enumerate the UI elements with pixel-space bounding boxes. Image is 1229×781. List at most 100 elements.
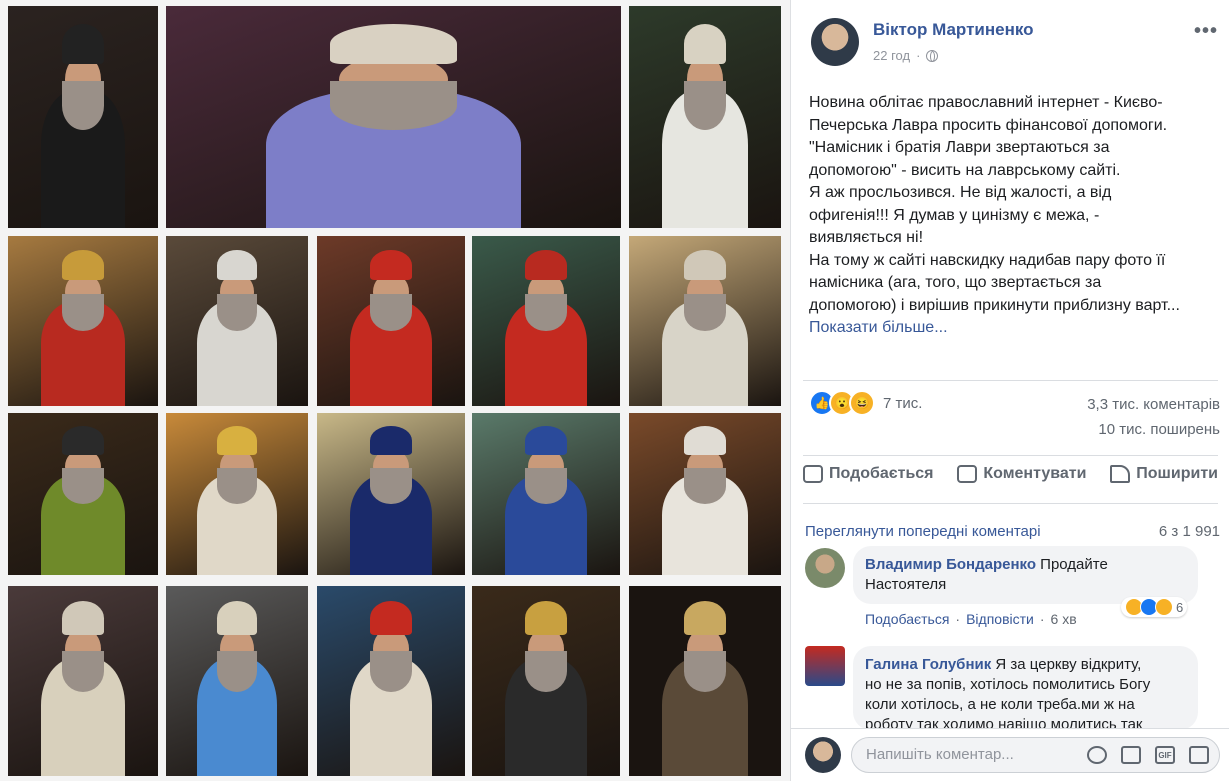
comment-reactions[interactable]: 6 [1121,597,1188,617]
photo-tile[interactable] [166,413,308,575]
share-icon [1110,465,1131,483]
divider [803,503,1218,504]
my-avatar[interactable] [805,737,841,773]
comment-text: коли хотілось, а не коли треба.ми ж на [865,696,1135,713]
comment-text: Настоятеля [865,576,947,593]
photo-beard [525,468,567,504]
photo-tile[interactable] [472,236,620,406]
comment-reaction-count: 6 [1176,599,1184,615]
composer-icons: GIF [1087,746,1209,764]
photo-mitre [62,23,104,64]
photo-tile[interactable] [317,586,465,776]
photo-grid [0,0,790,781]
photo-mitre [525,425,567,456]
photo-mitre [683,425,727,456]
photo-tile[interactable] [8,236,158,406]
photo-tile[interactable] [629,586,781,776]
post-text-line: На тому ж сайті навскидку надибав пару ф… [809,251,1166,269]
comments-count[interactable]: 3,3 тис. коментарів [1087,396,1220,413]
more-options-button[interactable]: ••• [1194,20,1218,43]
post-sidebar: Віктор Мартиненко 22 год · ••• Новина об… [790,0,1229,781]
see-more-link[interactable]: Показати більше... [809,317,1224,340]
photo-tile[interactable] [472,413,620,575]
comment-input[interactable]: Напишіть коментар... GIF [851,737,1220,773]
photo-mitre [62,601,104,636]
photo-beard [683,468,727,504]
sticker-icon[interactable] [1189,746,1209,764]
post-text-line: намісника (ага, того, що звертається за [809,274,1102,291]
reactions-summary[interactable]: 👍 😮 😆 7 тис. [809,390,922,416]
comment-composer: Напишіть коментар... GIF [791,728,1229,781]
photo-beard [525,293,567,332]
comment-icon [957,465,978,483]
photo-beard [62,81,104,131]
photo-tile[interactable] [166,236,308,406]
separator: · [1039,611,1045,627]
commenter-name[interactable]: Владимир Бондаренко [865,556,1036,573]
photo-tile[interactable] [166,6,621,228]
photo-tile[interactable] [472,586,620,776]
comment-text: но не за попів, хотілось помолитись Богу [865,676,1151,693]
comment-input-placeholder: Напишіть коментар... [866,746,1014,763]
commenter-name[interactable]: Галина Голубник [865,656,991,673]
photo-tile[interactable] [629,236,781,406]
photo-mitre [217,249,257,281]
view-previous-comments-link[interactable]: Переглянути попередні коментарі [805,523,1041,540]
photo-tile[interactable] [629,6,781,228]
like-label: Подобається [829,465,934,482]
commenter-avatar[interactable] [805,646,845,686]
photo-beard [217,468,257,504]
author-name[interactable]: Віктор Мартиненко [873,20,1034,40]
author-avatar[interactable] [811,18,859,66]
comments-page-count: 6 з 1 991 [1158,523,1220,540]
comment-text: Я за церкву відкриту, [995,656,1142,673]
photo-tile[interactable] [166,586,308,776]
shares-count[interactable]: 10 тис. поширень [1098,421,1220,438]
reactions-count: 7 тис. [883,394,923,412]
post-text-line: Новина облітає православний інтернет - К… [809,94,1163,111]
photo-mitre [217,425,257,456]
comment-label: Коментувати [983,465,1087,482]
photo-beard [370,293,412,332]
comment-like-link[interactable]: Подобається [865,611,949,627]
photo-beard [370,468,412,504]
divider [803,380,1218,381]
photo-tile[interactable] [8,413,158,575]
photo-beard [217,650,257,693]
post-actions: Подобається Коментувати Поширити [799,465,1222,483]
commenter-avatar[interactable] [805,548,845,588]
share-label: Поширити [1136,465,1218,482]
photo-mitre [525,601,567,636]
separator: · [955,611,961,627]
haha-icon: 😆 [849,390,875,416]
photo-tile[interactable] [317,236,465,406]
post-meta: 22 год · [873,48,939,63]
comment-bubble: Владимир Бондаренко Продайте Настоятеля [853,546,1198,604]
divider [803,455,1218,456]
photo-beard [62,293,104,332]
camera-icon[interactable] [1121,746,1141,764]
emoji-icon[interactable] [1087,746,1107,764]
photo-tile[interactable] [8,6,158,228]
like-button[interactable]: Подобається [799,465,938,483]
post-text-line: Я аж просльозився. Не від жалості, а від [809,184,1112,201]
photo-mitre [525,249,567,281]
comment-text: Продайте [1040,556,1108,573]
photo-mitre [217,601,257,636]
photo-tile[interactable] [629,413,781,575]
photo-tile[interactable] [8,586,158,776]
comment-bubble: Галина Голубник Я за церкву відкриту, но… [853,646,1198,730]
post-text-line: допомогою" - висить на лаврському сайті. [809,161,1121,179]
comment-reply-link[interactable]: Відповісти [966,611,1034,627]
post-time[interactable]: 22 год [873,48,910,63]
photo-tile[interactable] [317,413,465,575]
photo-beard [217,293,257,332]
photo-mitre [683,249,727,281]
separator: · [916,48,921,63]
gif-icon[interactable]: GIF [1155,746,1175,764]
post-text: Новина облітає православний інтернет - К… [809,92,1224,340]
share-button[interactable]: Поширити [1106,465,1222,483]
post-text-line: Печерська Лавра просить фінансової допом… [809,116,1168,134]
comment-button[interactable]: Коментувати [953,465,1090,483]
comment-time[interactable]: 6 хв [1051,611,1077,627]
